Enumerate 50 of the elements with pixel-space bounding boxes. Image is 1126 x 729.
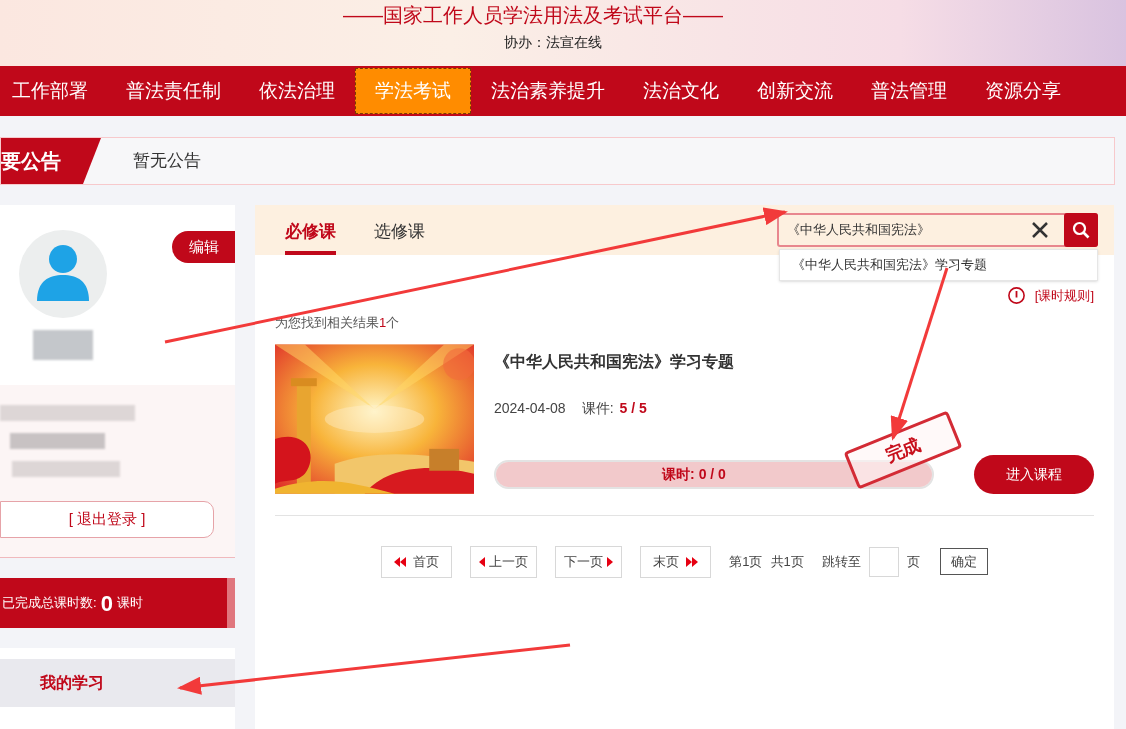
previous-page-button[interactable]: 上一页 [470, 545, 538, 578]
course-date: 2024-04-08 [494, 398, 566, 418]
total-pages: 共1页 [770, 552, 804, 571]
hours-value: 0 [100, 589, 113, 618]
nav-item[interactable]: 依法治理 [240, 68, 354, 114]
site-title: ——国家工作人员学法用法及考试平台—— [343, 4, 723, 26]
double-right-arrow-icon [686, 556, 699, 567]
blurred-name [32, 330, 93, 360]
notice-label: 要公告 [1, 138, 101, 184]
notice-text: 暂无公告 [133, 150, 201, 173]
nav-item[interactable]: 普法管理 [852, 68, 966, 114]
page-unit: 页 [906, 552, 920, 571]
logout-button[interactable]: [ 退出登录 ] [0, 501, 214, 538]
files-count: 5 / 5 [619, 398, 647, 418]
search-field[interactable]: 《中华人民共和国宪法》 [777, 213, 1098, 247]
hours-unit: 课时 [116, 594, 143, 613]
search-button[interactable] [1064, 213, 1098, 247]
last-page-button[interactable]: 末页 [640, 545, 712, 578]
nav-item[interactable]: 法治素养提升 [472, 68, 624, 114]
info-icon [1007, 287, 1025, 304]
nav-item[interactable]: 普法责任制 [107, 68, 240, 114]
progress-text: 课时: 0 / 0 [662, 464, 726, 484]
page-info: 第1页 [729, 552, 763, 571]
nav-item[interactable]: 法治文化 [624, 68, 738, 114]
site-subtitle: 协办：法宣在线 [504, 33, 602, 52]
edit-button[interactable]: 编辑 [172, 231, 235, 263]
left-arrow-icon [479, 556, 486, 567]
close-icon[interactable] [1032, 222, 1048, 238]
search-input[interactable]: 《中华人民共和国宪法》 [779, 220, 1032, 240]
files-label: 课件: [581, 398, 614, 418]
user-icon [36, 245, 89, 301]
course-tab[interactable]: 必修课 [285, 205, 336, 255]
hours-label: 已完成总课时数: [2, 594, 97, 613]
nav-item[interactable]: 工作部署 [0, 68, 107, 114]
confirm-button[interactable]: 确定 [939, 548, 988, 575]
nav-item[interactable]: 创新交流 [738, 68, 852, 114]
rules-link[interactable]: [课时规则] [1034, 285, 1094, 305]
page-number-field[interactable] [868, 546, 899, 577]
double-left-arrow-icon [394, 556, 407, 567]
next-page-button[interactable]: 下一页 [555, 545, 623, 578]
nav-item[interactable]: 资源分享 [966, 68, 1080, 114]
right-arrow-icon [607, 556, 614, 567]
course-title[interactable]: 《中华人民共和国宪法》学习专题 [494, 349, 1094, 374]
search-suggestion[interactable]: 《中华人民共和国宪法》学习专题 [780, 250, 1097, 280]
enter-course-button[interactable]: 进入课程 [974, 454, 1094, 494]
first-page-button[interactable]: 首页 [381, 545, 453, 578]
search-icon [1072, 221, 1090, 239]
course-tab[interactable]: 选修课 [374, 205, 425, 255]
jump-label: 跳转至 [821, 552, 861, 571]
sidebar-menu-item[interactable]: 我的学习 [0, 659, 235, 707]
